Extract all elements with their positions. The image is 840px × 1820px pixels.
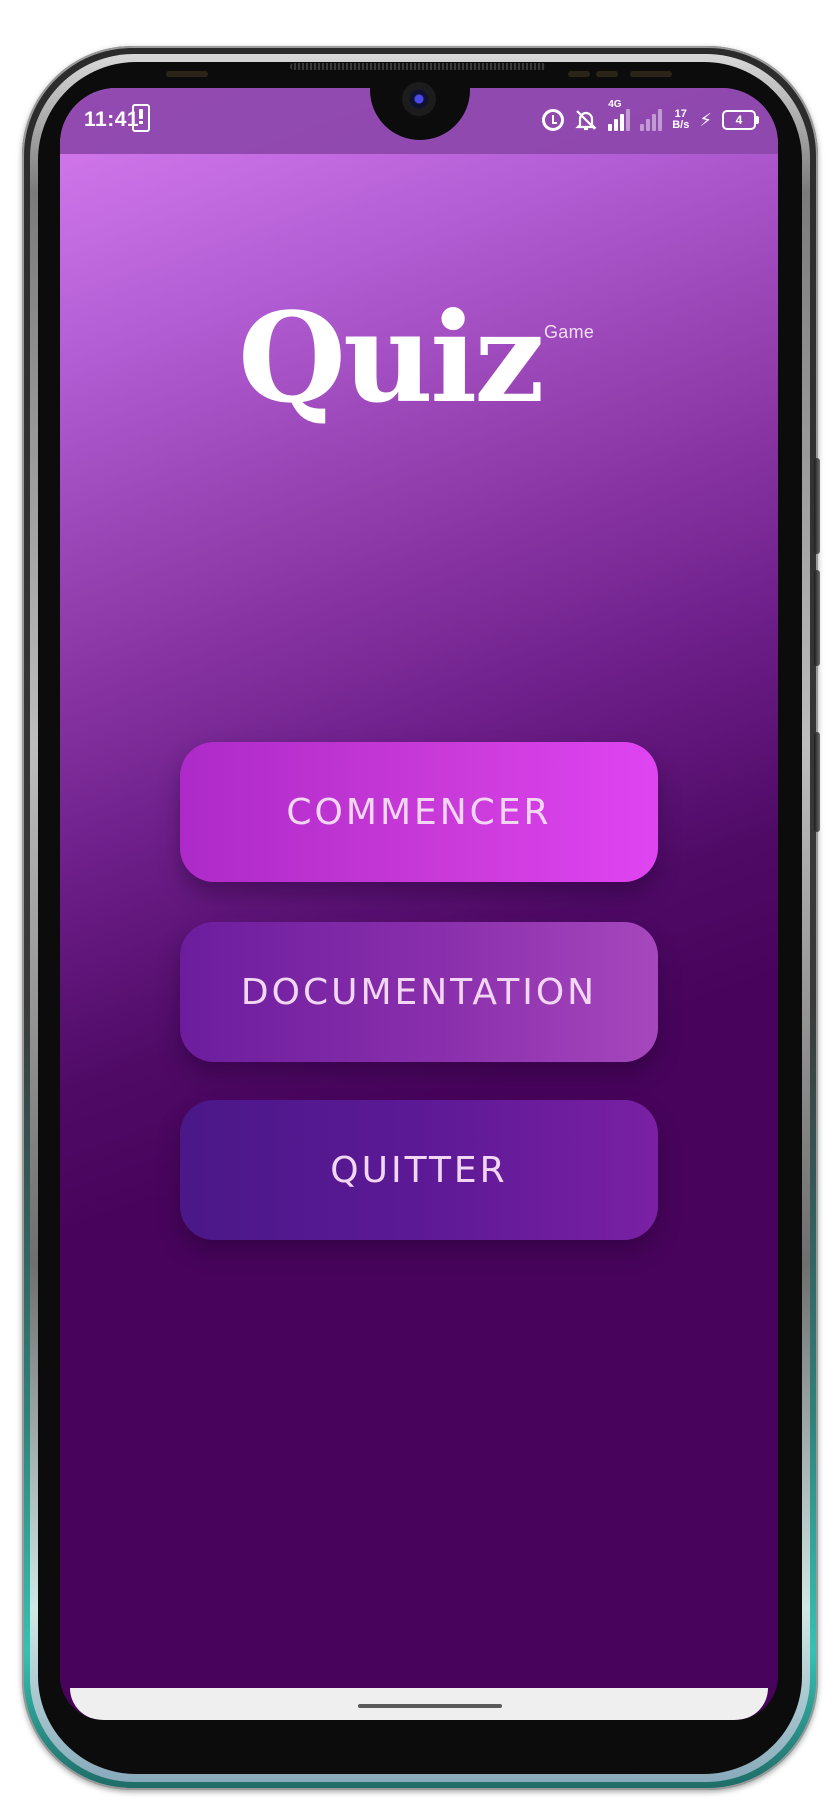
documentation-button[interactable]: DOCUMENTATION	[180, 922, 658, 1062]
battery-level: 4	[735, 113, 743, 127]
volume-down-button	[814, 570, 820, 666]
documentation-button-label: DOCUMENTATION	[240, 971, 598, 1013]
battery-icon: 4	[722, 110, 759, 130]
navigation-bar	[70, 1688, 768, 1720]
sensor	[568, 71, 590, 77]
start-button[interactable]: COMMENCER	[180, 742, 658, 882]
alarm-icon	[542, 109, 565, 131]
power-button	[814, 732, 820, 832]
earpiece-speaker	[290, 63, 546, 70]
sensor	[166, 71, 208, 77]
sensor	[596, 71, 618, 77]
data-speed: 17 B/s	[672, 109, 689, 131]
signal-weak-icon	[640, 109, 663, 131]
logo-title: Quiz	[238, 286, 545, 431]
alert-phone-icon	[132, 104, 150, 132]
front-camera	[402, 82, 436, 116]
quit-button-label: QUITTER	[330, 1149, 508, 1191]
quit-button[interactable]: QUITTER	[180, 1100, 658, 1240]
charging-icon: ⚡	[699, 109, 712, 130]
app-logo: Quiz Game	[238, 284, 618, 434]
volume-up-button	[814, 458, 820, 554]
page: 11:41 4G 17 B/s ⚡ 4 Quiz Game COMMENCER …	[0, 0, 840, 1820]
home-indicator[interactable]	[358, 1704, 502, 1708]
start-button-label: COMMENCER	[286, 791, 552, 833]
signal-icon: 4G	[608, 99, 631, 131]
status-icons: 4G 17 B/s ⚡ 4	[542, 99, 759, 138]
network-type: 4G	[608, 99, 622, 110]
data-speed-unit: B/s	[672, 119, 690, 131]
screen: 11:41 4G 17 B/s ⚡ 4 Quiz Game COMMENCER …	[60, 88, 778, 1720]
bell-off-icon	[574, 108, 598, 132]
logo-subtitle: Game	[544, 322, 595, 342]
status-time: 11:41	[84, 108, 140, 131]
sensor	[630, 71, 672, 77]
